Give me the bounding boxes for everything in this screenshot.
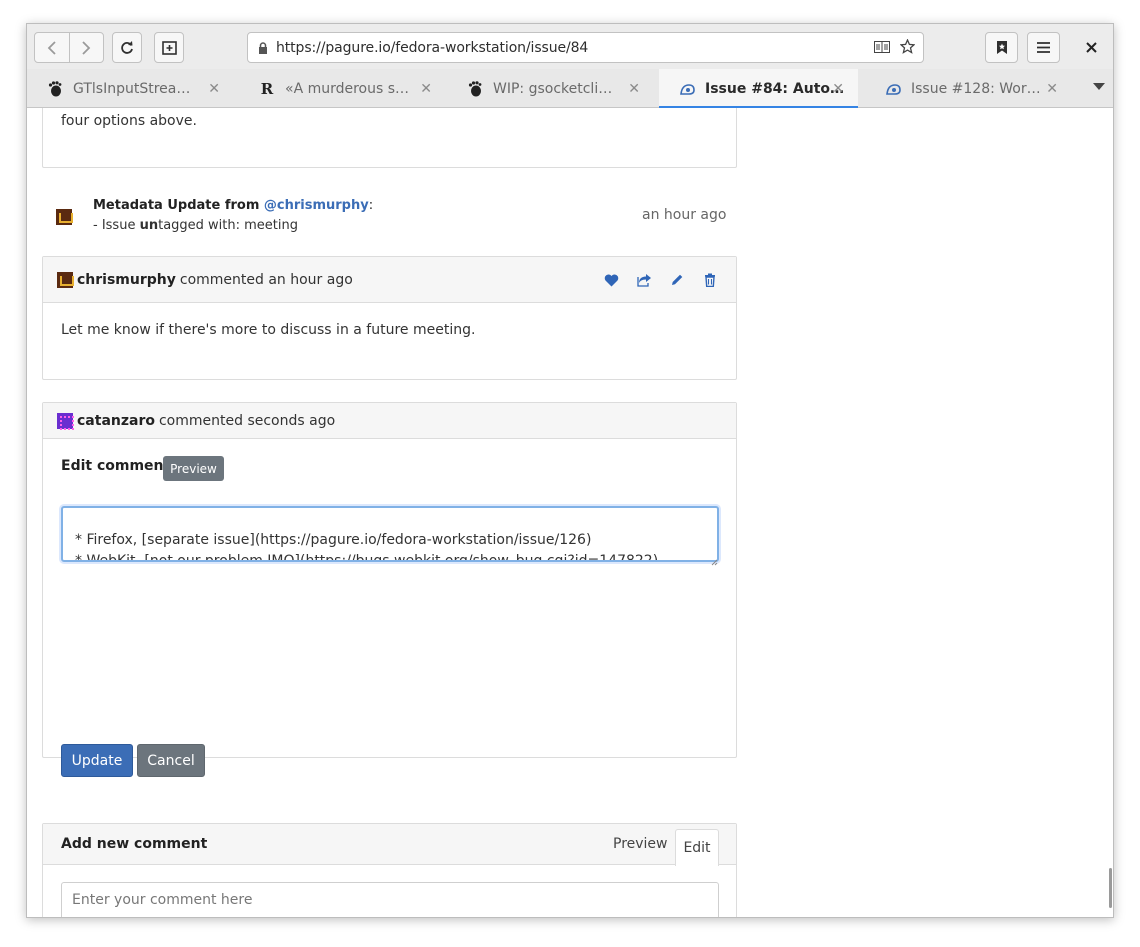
pencil-icon[interactable] [669,272,685,288]
back-button[interactable] [35,33,69,62]
tab-title: Issue #128: Wor… [911,80,1041,97]
tab-bar: GTlsInputStrea… ✕ R «A murderous s… ✕ WI… [27,69,1113,109]
tab-issue-84[interactable]: Issue #84: Auto… ✕ [659,69,858,109]
tab-close-icon[interactable]: ✕ [628,81,640,97]
edit-text-line-2: * WebKit, [not our problem IMO](https://… [75,553,659,562]
address-bar[interactable]: https://pagure.io/fedora-workstation/iss… [247,32,924,63]
edit-text-line-1: * Firefox, [separate issue](https://pagu… [75,532,592,548]
heart-icon[interactable] [603,272,619,288]
browser-toolbar: https://pagure.io/fedora-workstation/iss… [27,24,1113,69]
bookmark-star-icon[interactable] [900,39,915,54]
comment-body: Let me know if there's more to discuss i… [61,322,476,338]
comment-author[interactable]: chrismurphy [77,272,176,288]
window-close-button[interactable] [1077,34,1105,60]
tab-title: «A murderous s… [285,80,410,97]
cancel-button[interactable]: Cancel [137,744,205,777]
metadata-user-link[interactable]: @chrismurphy [264,198,369,213]
resize-handle-icon[interactable] [711,551,718,566]
metadata-timestamp: an hour ago [642,207,727,223]
new-comment-textarea[interactable]: Enter your comment here [61,882,719,917]
update-button[interactable]: Update [61,744,133,777]
hamburger-menu-icon [1037,42,1050,53]
bookmarks-icon [996,41,1007,54]
r-letter-icon: R [260,79,274,98]
metadata-prefix: Metadata Update from [93,198,264,213]
new-tab-icon [161,40,177,55]
tab-list-dropdown-icon[interactable] [1093,83,1105,90]
tab-close-icon[interactable]: ✕ [1046,81,1058,97]
share-icon[interactable] [636,272,652,288]
new-tab-button[interactable] [154,32,184,63]
tab-wip-gsocketclient[interactable]: WIP: gsocketcli… ✕ [447,69,654,108]
page-content: four options above. Metadata Update from… [27,108,1113,917]
edit-comment-label: Edit comment [61,458,171,474]
tab-murderous[interactable]: R «A murderous s… ✕ [239,69,446,108]
metadata-change-line: - Issue untagged with: meeting [93,218,298,233]
gnome-foot-icon [467,80,483,97]
pagure-icon [679,81,695,97]
tab-title: WIP: gsocketcli… [493,80,613,97]
avatar [56,209,73,225]
avatar [57,412,74,430]
pagure-icon [885,81,901,97]
preview-tooltip: Preview [163,456,224,481]
new-comment-header: Add new comment Preview Edit [43,824,736,866]
tab-preview[interactable]: Preview [613,836,668,852]
previous-comment-text: four options above. [61,113,197,129]
metadata-line-post: tagged with: meeting [158,218,298,233]
comment-header: catanzaro commented seconds ago [43,403,736,439]
main-menu-button[interactable] [1027,32,1060,63]
navigation-group [34,32,104,63]
close-icon [1085,41,1097,53]
metadata-colon: : [368,198,374,213]
comment-card-catanzaro: catanzaro commented seconds ago [42,402,737,758]
avatar [57,271,74,288]
chevron-left-icon [47,40,56,55]
tab-gtlsinputstream[interactable]: GTlsInputStrea… ✕ [27,69,234,108]
trash-icon[interactable] [702,272,718,288]
new-comment-title: Add new comment [61,836,208,852]
reload-button[interactable] [112,32,142,63]
tab-title: Issue #84: Auto… [705,80,845,97]
chevron-right-icon [82,40,91,55]
metadata-update-line: Metadata Update from @chrismurphy: [93,198,373,213]
scrollbar-thumb[interactable] [1109,868,1112,908]
tab-title: GTlsInputStrea… [73,80,191,97]
metadata-line-pre: - Issue [93,218,140,233]
comment-meta: commented seconds ago [158,412,336,429]
tab-issue-128[interactable]: Issue #128: Wor… ✕ [865,69,1072,108]
url-text: https://pagure.io/fedora-workstation/iss… [276,39,589,56]
reload-icon [121,40,133,54]
forward-button[interactable] [68,33,103,62]
browser-window: https://pagure.io/fedora-workstation/iss… [26,23,1114,918]
metadata-line-bold: un [139,218,159,233]
edit-comment-textarea[interactable]: * Firefox, [separate issue](https://pagu… [61,506,719,562]
comment-meta: commented an hour ago [179,271,353,288]
gnome-foot-icon [47,80,63,97]
tab-edit[interactable]: Edit [675,829,719,866]
comment-author[interactable]: catanzaro [77,413,155,429]
tab-close-icon[interactable]: ✕ [832,81,844,97]
comment-header: chrismurphy commented an hour ago [43,257,736,303]
tab-close-icon[interactable]: ✕ [420,81,432,97]
reader-mode-icon[interactable] [874,40,890,53]
comment-card-chrismurphy: chrismurphy commented an hour ago Let me… [42,256,737,380]
lock-icon [259,41,267,54]
tab-close-icon[interactable]: ✕ [208,81,220,97]
previous-comment-card: four options above. [42,108,737,168]
bookmarks-button[interactable] [985,32,1018,63]
